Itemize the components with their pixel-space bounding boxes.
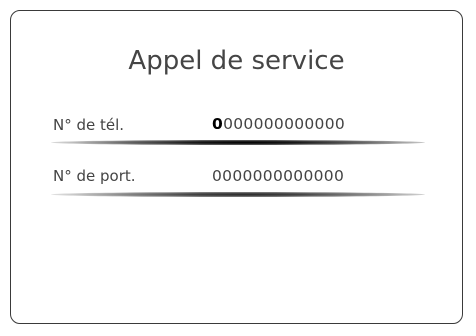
service-call-panel: Appel de service N° de tél. 000000000000… xyxy=(10,10,463,324)
mobile-number-label: N° de port. xyxy=(53,167,136,185)
mobile-number-field[interactable]: 0000000000000 xyxy=(212,166,344,186)
phone-number-value: 000000000000 xyxy=(223,115,346,133)
phone-number-label: N° de tél. xyxy=(53,116,125,134)
mobile-number-divider xyxy=(51,192,425,197)
phone-number-cursor-digit: 0 xyxy=(212,115,224,133)
phone-number-divider xyxy=(51,140,425,145)
phone-number-field[interactable]: 0000000000000 xyxy=(212,114,345,134)
page-title: Appel de service xyxy=(128,46,345,76)
